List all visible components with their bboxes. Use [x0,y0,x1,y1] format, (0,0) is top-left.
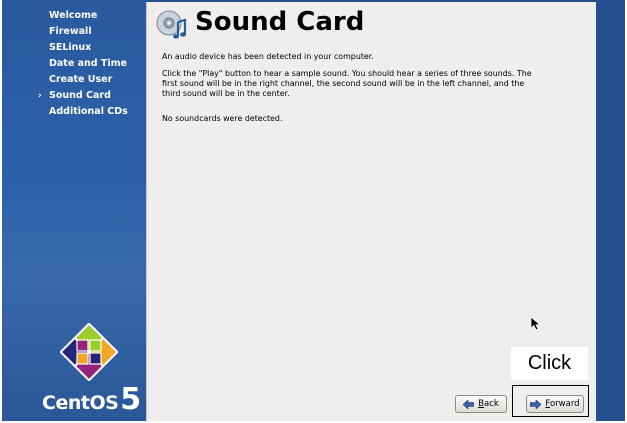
sidebar-item-label: Create User [49,74,113,85]
current-step-arrow-icon: › [38,91,42,101]
centos-word: CentOS [42,392,119,414]
sidebar-item-date-and-time[interactable]: Date and Time [2,56,128,72]
sidebar-item-create-user[interactable]: Create User [2,72,128,88]
sidebar-item-firewall[interactable]: Firewall [2,24,128,40]
click-annotation-box [512,385,589,417]
centos-logo-icon [60,323,118,381]
sidebar-item-sound-card[interactable]: › Sound Card [2,88,128,104]
mouse-pointer-icon [531,317,541,331]
centos-version: 5 [120,382,142,417]
sidebar-item-label: Firewall [49,26,92,37]
back-button-label: Back [478,399,499,409]
status-text: No soundcards were detected. [162,114,283,123]
sidebar-item-selinux[interactable]: SELinux [2,40,128,56]
intro-text: An audio device has been detected in you… [162,52,374,61]
sound-card-icon [156,10,187,39]
instructions-text: Click the "Play" button to hear a sample… [162,69,532,98]
sidebar-item-label: Sound Card [49,90,111,101]
sidebar-item-label: Date and Time [49,58,127,69]
centos-wordmark: CentOS5 [42,382,141,417]
back-button[interactable]: Back [455,395,507,413]
click-annotation-label: Click [511,347,588,380]
sidebar: Welcome Firewall SELinux Date and Time C… [2,0,146,421]
back-arrow-icon [463,399,475,409]
step-list: Welcome Firewall SELinux Date and Time C… [2,8,128,120]
page-title: Sound Card [195,7,365,37]
sidebar-item-welcome[interactable]: Welcome [2,8,128,24]
sidebar-item-label: SELinux [49,42,92,53]
sidebar-item-label: Welcome [49,10,98,21]
sidebar-item-additional-cds[interactable]: Additional CDs [2,104,128,120]
sidebar-item-label: Additional CDs [49,106,128,117]
